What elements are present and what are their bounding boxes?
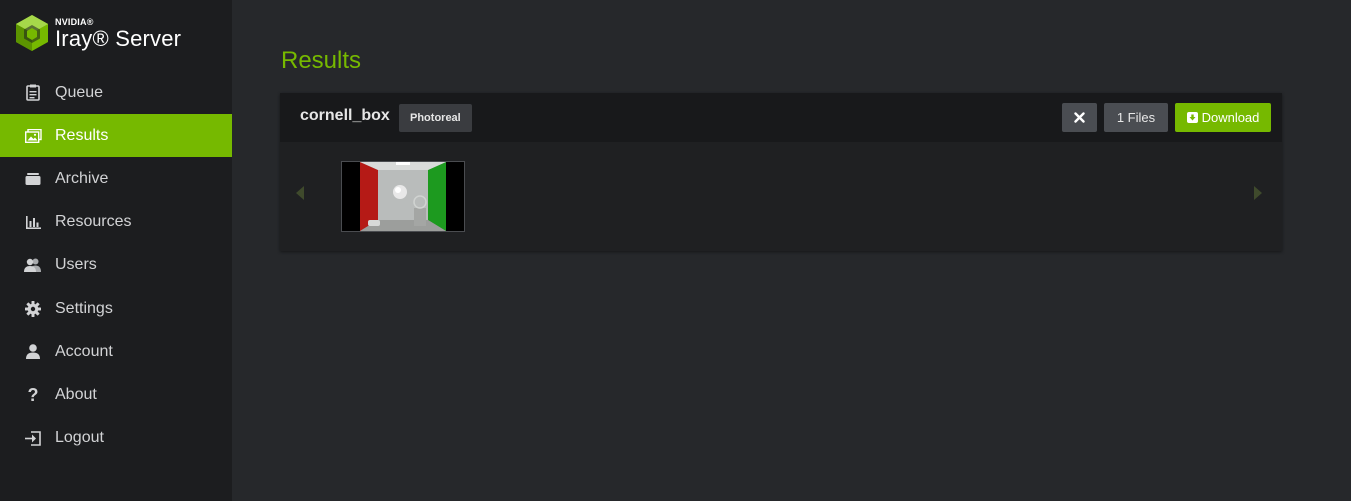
sidebar: NVIDIA® Iray® Server Queue Results Archi…	[0, 0, 232, 501]
result-card: cornell_box Photoreal 1 Files Download	[280, 93, 1282, 251]
sidebar-item-label: Queue	[55, 83, 104, 101]
clipboard-icon	[24, 84, 42, 102]
result-card-body	[280, 142, 1282, 251]
download-label: Download	[1201, 110, 1260, 125]
question-icon: ?	[24, 386, 42, 404]
remove-result-button[interactable]	[1062, 103, 1097, 132]
nvidia-cube-icon	[16, 15, 48, 51]
sidebar-item-label: Resources	[55, 213, 132, 231]
sidebar-item-settings[interactable]: Settings	[0, 287, 232, 330]
sidebar-nav: Queue Results Archive Resources Users Se…	[0, 71, 232, 460]
sidebar-item-about[interactable]: ? About	[0, 373, 232, 416]
sidebar-item-label: Settings	[55, 299, 113, 317]
cornell-box-render-image	[342, 162, 464, 231]
job-tag-badge: Photoreal	[399, 104, 472, 132]
archive-icon	[24, 170, 42, 188]
sidebar-item-archive[interactable]: Archive	[0, 157, 232, 200]
main-content: Results cornell_box Photoreal 1 Files Do…	[232, 0, 1351, 501]
brand-product: Iray® Server	[55, 26, 182, 51]
users-icon	[24, 256, 42, 274]
brand-logo[interactable]: NVIDIA® Iray® Server	[14, 14, 214, 54]
sidebar-item-resources[interactable]: Resources	[0, 201, 232, 244]
result-card-header: cornell_box Photoreal 1 Files Download	[280, 93, 1282, 142]
sidebar-item-label: About	[55, 385, 97, 403]
carousel-next-icon[interactable]	[1254, 186, 1262, 200]
job-name: cornell_box	[300, 107, 390, 124]
files-button[interactable]: 1 Files	[1104, 103, 1168, 132]
sidebar-item-account[interactable]: Account	[0, 330, 232, 373]
download-button[interactable]: Download	[1175, 103, 1271, 132]
gear-icon	[24, 300, 42, 318]
svg-text:?: ?	[28, 386, 39, 403]
image-icon	[24, 127, 42, 145]
close-icon	[1074, 112, 1085, 123]
result-thumbnail[interactable]	[341, 161, 465, 232]
sidebar-item-label: Logout	[55, 429, 104, 447]
bar-chart-icon	[24, 213, 42, 231]
sidebar-item-label: Account	[55, 342, 113, 360]
page-title: Results	[281, 47, 362, 74]
sidebar-item-queue[interactable]: Queue	[0, 71, 232, 114]
sidebar-item-label: Users	[55, 256, 97, 274]
sidebar-item-results[interactable]: Results	[0, 114, 232, 158]
sidebar-item-label: Results	[55, 126, 109, 144]
sidebar-item-logout[interactable]: Logout	[0, 417, 232, 460]
sidebar-item-label: Archive	[55, 169, 109, 187]
download-icon	[1186, 112, 1198, 123]
user-icon	[24, 343, 42, 361]
sidebar-item-users[interactable]: Users	[0, 244, 232, 287]
logout-icon	[24, 429, 42, 447]
carousel-prev-icon[interactable]	[296, 186, 304, 200]
